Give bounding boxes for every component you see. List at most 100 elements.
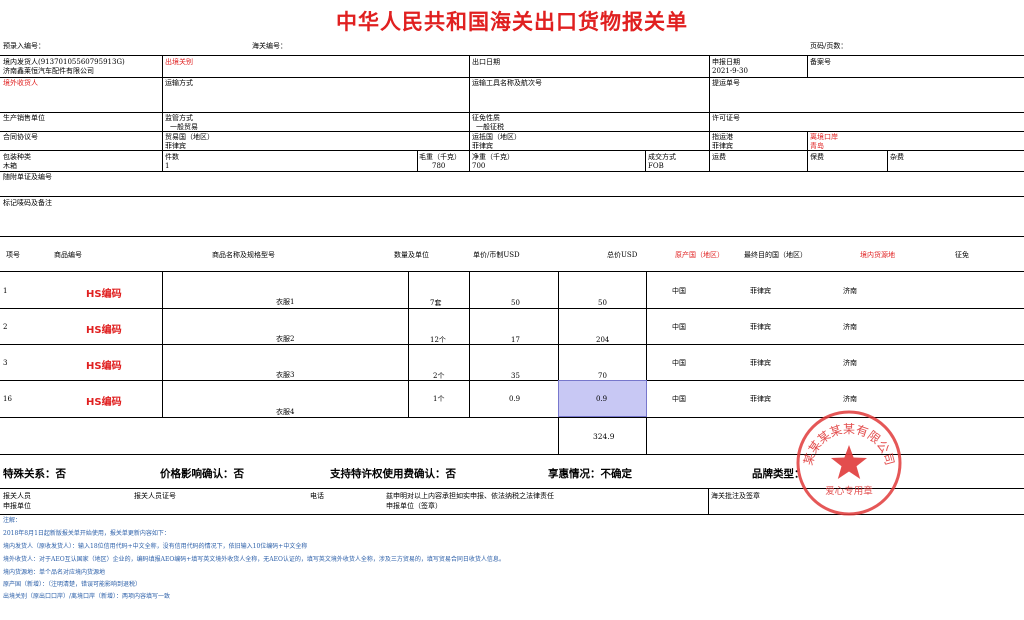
row-no: 3 [3, 359, 8, 367]
row-source: 济南 [843, 395, 857, 403]
misc-label: 杂费 [890, 153, 904, 161]
exit-customs-label: 出境关别 [165, 58, 193, 66]
gross-label: 毛重（千克） [419, 153, 461, 161]
declare-date-value: 2021-9-30 [712, 67, 748, 75]
marks-label: 标记唛码及备注 [3, 199, 52, 207]
row-source: 济南 [843, 287, 857, 295]
package-value: 木箱 [3, 162, 17, 170]
col-origin: 原产国（地区） [675, 251, 724, 259]
customs-remark-label: 海关批注及签章 [711, 492, 760, 500]
row-name: 衣服3 [276, 371, 295, 379]
preentry-label: 预录入编号： [3, 42, 45, 50]
grand-total: 324.9 [593, 432, 615, 441]
trade-country-value: 菲律宾 [165, 142, 186, 150]
row-qty: 12个 [430, 336, 446, 344]
col-code: 商品编号 [54, 251, 82, 259]
dest-country-label: 运抵国（地区） [472, 133, 521, 141]
gross-value: 780 [432, 162, 446, 170]
customs-no-label: 海关编号： [252, 42, 287, 50]
star-icon [831, 445, 867, 479]
deal-value: FOB [648, 162, 664, 170]
consignee-label: 境外收货人 [3, 79, 38, 87]
insurance-label: 保费 [810, 153, 824, 161]
row-dest: 菲律宾 [750, 287, 771, 295]
note-line: 境内发货人（原收发货人）：输入18位信用代码+中文全称，没有信用代码的情况下，依… [3, 543, 308, 550]
package-label: 包装种类 [3, 153, 31, 161]
note-line: 境内货源地：单个品名对应境内货源地 [3, 569, 106, 576]
row-origin: 中国 [672, 287, 686, 295]
note-line: 原产国（新增）：（注明清楚，错误可能影响到退税） [3, 581, 142, 588]
row-price: 0.9 [509, 395, 521, 403]
statement-text: 兹申明对以上内容承担如实申报、依法纳税之法律责任 [386, 492, 554, 500]
row-total: 70 [598, 372, 607, 380]
row-total: 204 [596, 336, 610, 344]
shipper-value: 济南鑫莱恒汽车配件有限公司 [3, 67, 94, 75]
note-line: 出境关别（原出口口岸）/离境口岸（新增）：两项内容填写一致 [3, 593, 171, 600]
row-origin: 中国 [672, 359, 686, 367]
row-price: 35 [511, 372, 520, 380]
price-effect: 价格影响确认：否 [160, 468, 244, 480]
supervision-value: 一般贸易 [170, 123, 198, 131]
exit-port-label: 离境口岸 [810, 133, 838, 141]
col-name: 商品名称及规格型号 [212, 251, 275, 259]
exit-port-value: 青岛 [810, 142, 824, 150]
row-name: 衣服4 [276, 408, 295, 416]
row-code: HS编码 [86, 325, 122, 336]
shipper-label: 境内发货人(91370105560795913G) [3, 58, 125, 66]
row-dest: 菲律宾 [750, 359, 771, 367]
row-name: 衣服1 [276, 298, 295, 306]
producer-label: 生产销售单位 [3, 114, 45, 122]
declare-date-label: 申报日期 [712, 58, 740, 66]
row-total: 0.9 [596, 395, 608, 403]
col-qty: 数量及单位 [394, 251, 429, 259]
row-source: 济南 [843, 323, 857, 331]
col-source: 境内货源地 [860, 251, 895, 259]
note-line: 注解： [3, 517, 22, 524]
col-final-dest: 最终目的国（地区） [744, 251, 807, 259]
row-origin: 中国 [672, 395, 686, 403]
freight-label: 运费 [712, 153, 726, 161]
row-code: HS编码 [86, 361, 122, 372]
row-qty: 2个 [433, 372, 445, 380]
dest-country-value: 菲律宾 [472, 142, 493, 150]
row-origin: 中国 [672, 323, 686, 331]
note-line: 2018年8月1日起新版报关单开始使用，报关单更新内容如下： [3, 530, 170, 537]
col-price: 单价/币制USD [473, 251, 520, 259]
row-dest: 菲律宾 [750, 395, 771, 403]
record-no-label: 备案号 [810, 58, 831, 66]
bill-no-label: 提运单号 [712, 79, 740, 87]
port-value: 菲律宾 [712, 142, 733, 150]
col-no: 项号 [6, 251, 20, 259]
seal-bottom-text: 爱心专用章 [825, 485, 873, 497]
preference-status: 享惠情况：不确定 [548, 468, 632, 480]
row-qty: 7套 [430, 299, 442, 307]
row-code: HS编码 [86, 289, 122, 300]
declarant-cert-label: 报关人员证号 [134, 492, 176, 500]
supervision-label: 监管方式 [165, 114, 193, 122]
port-label: 指运港 [712, 133, 733, 141]
col-total: 总价USD [607, 251, 638, 259]
row-code: HS编码 [86, 397, 122, 408]
col-exempt: 征免 [955, 251, 969, 259]
unit-seal-label: 申报单位（签章） [386, 502, 442, 510]
row-source: 济南 [843, 359, 857, 367]
row-qty: 1个 [433, 395, 445, 403]
row-no: 1 [3, 287, 8, 295]
trade-country-label: 贸易国（地区） [165, 133, 214, 141]
vehicle-label: 运输工具名称及航次号 [472, 79, 542, 87]
note-line: 境外收货人：对于AEO互认国家（地区）企业的，编码填报AEO编码+填写英文境外收… [3, 556, 505, 563]
company-seal: 某某某某某有限公司 爱心专用章 [796, 410, 902, 516]
pieces-label: 件数 [165, 153, 179, 161]
row-no: 16 [3, 395, 12, 403]
docs-label: 随附单证及编号 [3, 173, 52, 181]
export-date-label: 出口日期 [472, 58, 500, 66]
row-no: 2 [3, 323, 8, 331]
net-label: 净重（千克） [472, 153, 514, 161]
license-label: 许可证号 [712, 114, 740, 122]
page-title: 中华人民共和国海关出口货物报关单 [336, 9, 688, 34]
row-price: 50 [511, 299, 520, 307]
net-value: 700 [472, 162, 486, 170]
phone-label: 电话 [310, 492, 324, 500]
pieces-value: 1 [165, 162, 170, 170]
special-relation: 特殊关系：否 [3, 468, 66, 480]
